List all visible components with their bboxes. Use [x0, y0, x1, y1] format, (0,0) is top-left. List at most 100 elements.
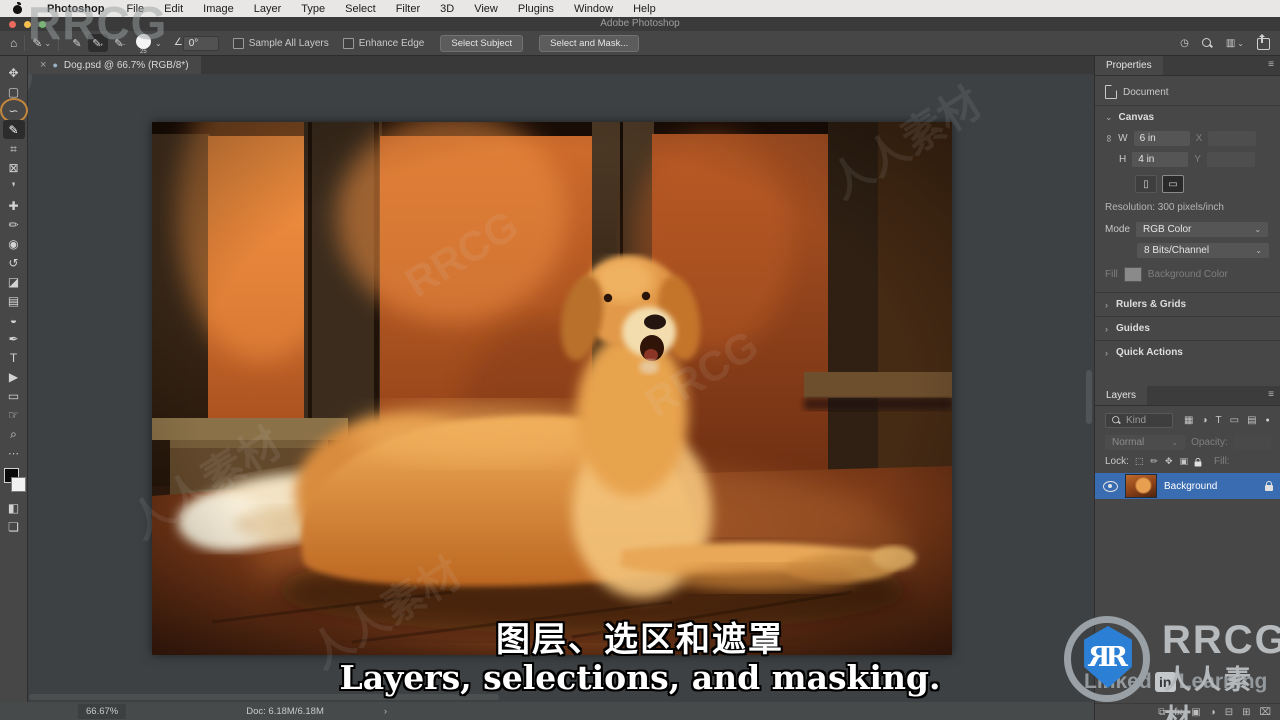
hand-tool[interactable]: ☞: [3, 405, 25, 424]
layers-panel-menu-icon[interactable]: ≡: [1268, 389, 1274, 400]
type-tool[interactable]: T: [3, 348, 25, 367]
collapsed-section[interactable]: › Quick Actions: [1095, 340, 1280, 364]
menu-item[interactable]: File: [116, 3, 154, 15]
tab-properties[interactable]: Properties: [1095, 56, 1163, 75]
menu-item[interactable]: Edit: [154, 3, 193, 15]
search-icon[interactable]: [1201, 38, 1213, 49]
crop-tool[interactable]: ⌗: [3, 139, 25, 158]
filter-adjustment-icon[interactable]: ◑: [1198, 415, 1210, 426]
foreground-background-colors[interactable]: [2, 468, 26, 494]
sync-icon[interactable]: ◷: [1180, 38, 1189, 49]
document-tab-bar: × ● Dog.psd @ 66.7% (RGB/8*): [28, 56, 1094, 74]
filter-pixel-icon[interactable]: ▦: [1181, 415, 1196, 426]
gradient-tool[interactable]: ▤: [3, 291, 25, 310]
color-mode-select[interactable]: RGB Color ⌄: [1136, 222, 1269, 237]
subtract-selection-mode[interactable]: ✎ ₋: [110, 34, 130, 52]
current-tool-icon[interactable]: ✎: [32, 37, 42, 49]
rectangle-tool[interactable]: ▭: [3, 386, 25, 405]
clone-stamp-tool[interactable]: ◉: [3, 234, 25, 253]
share-icon[interactable]: [1257, 33, 1270, 50]
menu-item[interactable]: Filter: [386, 3, 430, 15]
menu-item[interactable]: Type: [291, 3, 335, 15]
filter-shape-icon[interactable]: ▭: [1227, 415, 1242, 426]
layer-group-icon[interactable]: ⊟: [1225, 707, 1233, 718]
close-tab-icon[interactable]: ×: [40, 59, 46, 71]
document-tab[interactable]: × ● Dog.psd @ 66.7% (RGB/8*): [28, 56, 201, 74]
lock-artboard-icon[interactable]: ▣: [1178, 456, 1191, 467]
vertical-scrollbar[interactable]: [1086, 370, 1092, 424]
menu-item[interactable]: Layer: [244, 3, 292, 15]
select-subject-button[interactable]: Select Subject: [440, 34, 524, 52]
workspace-icon[interactable]: ▥ ⌄: [1226, 38, 1244, 49]
apple-menu-icon[interactable]: [12, 2, 23, 14]
sample-all-layers-checkbox[interactable]: Sample All Layers: [232, 37, 329, 49]
select-and-mask-button[interactable]: Select and Mask...: [539, 34, 640, 52]
layer-search-input[interactable]: Kind: [1105, 413, 1173, 428]
new-selection-mode[interactable]: ✎: [66, 34, 86, 52]
height-field[interactable]: 4 in: [1132, 152, 1189, 167]
add-selection-mode[interactable]: ✎ ₊: [88, 34, 109, 52]
menu-item[interactable]: Plugins: [508, 3, 564, 15]
brush-caret-icon[interactable]: ⌄: [155, 39, 162, 48]
zoom-level-field[interactable]: 66.67%: [78, 703, 127, 719]
menu-item[interactable]: Photoshop: [37, 3, 116, 15]
healing-brush-tool[interactable]: ✚: [3, 196, 25, 215]
path-selection-tool[interactable]: ▶: [3, 367, 25, 386]
canvas-area[interactable]: [29, 74, 1094, 702]
menu-item[interactable]: View: [464, 3, 508, 15]
menu-item[interactable]: Select: [335, 3, 386, 15]
layer-row-background[interactable]: Background: [1095, 473, 1280, 499]
enhance-edge-checkbox[interactable]: Enhance Edge: [342, 37, 424, 49]
canvas-section-header[interactable]: ⌄ Canvas: [1095, 112, 1280, 123]
menu-item[interactable]: Help: [623, 3, 666, 15]
menu-item[interactable]: Window: [564, 3, 623, 15]
lock-transparency-icon[interactable]: ⬚: [1133, 456, 1146, 467]
collapsed-section[interactable]: › Rulers & Grids: [1095, 292, 1280, 316]
bit-depth-select[interactable]: 8 Bits/Channel ⌄: [1137, 243, 1269, 258]
brush-tool[interactable]: ✏: [3, 215, 25, 234]
screen-mode-button[interactable]: ❏: [3, 517, 25, 536]
frame-tool[interactable]: ⊠: [3, 158, 25, 177]
quick-selection-tool[interactable]: ✎: [2, 120, 25, 139]
link-dimensions-icon[interactable]: ∞: [1103, 135, 1114, 142]
pen-tool[interactable]: ✒: [3, 329, 25, 348]
orientation-landscape-button[interactable]: ▭: [1162, 175, 1184, 193]
width-field[interactable]: 6 in: [1133, 131, 1190, 146]
tools-panel: ✥ ▢ ∽ ✎ ⌗ ⊠ ❜ ✚ ✏ ◉ ↺ ◪ ▤ ◒ ✒ T ▶ ▭ ☞ ⌕ …: [0, 56, 28, 702]
zoom-tool[interactable]: ⌕: [3, 424, 25, 443]
lock-pixels-icon[interactable]: ✏: [1148, 456, 1160, 467]
lasso-tool[interactable]: ∽: [0, 98, 28, 123]
panel-menu-icon[interactable]: ≡: [1268, 59, 1274, 70]
layer-name[interactable]: Background: [1164, 481, 1217, 492]
layer-visibility-icon[interactable]: [1103, 480, 1118, 492]
move-tool[interactable]: ✥: [3, 63, 25, 82]
lock-position-icon[interactable]: ✥: [1163, 456, 1175, 467]
tab-layers[interactable]: Layers: [1095, 386, 1148, 405]
collapsed-section[interactable]: › Guides: [1095, 316, 1280, 340]
menu-item[interactable]: 3D: [430, 3, 464, 15]
link-layers-icon[interactable]: ⧉: [1158, 707, 1165, 718]
new-layer-icon[interactable]: ⊞: [1242, 707, 1250, 718]
filter-smart-object-icon[interactable]: ▤: [1244, 415, 1259, 426]
history-brush-tool[interactable]: ↺: [3, 253, 25, 272]
status-options-chevron-icon[interactable]: ›: [384, 706, 387, 717]
brush-preview[interactable]: 25: [136, 33, 152, 55]
layer-effects-icon[interactable]: fx: [1174, 707, 1182, 718]
orientation-portrait-button[interactable]: ▯: [1135, 175, 1157, 193]
quick-mask-button[interactable]: ◧: [3, 498, 25, 517]
layer-thumbnail[interactable]: [1125, 474, 1157, 498]
adjustment-layer-icon[interactable]: ◑: [1210, 707, 1216, 718]
layer-mask-icon[interactable]: ▣: [1191, 707, 1200, 718]
angle-field[interactable]: 0°: [182, 35, 219, 51]
home-icon[interactable]: ⌂: [10, 37, 17, 49]
canvas-image[interactable]: [152, 122, 952, 655]
eyedropper-tool[interactable]: ❜: [3, 177, 25, 196]
edit-toolbar-icon[interactable]: ⋯: [8, 447, 19, 460]
menu-item[interactable]: Image: [193, 3, 244, 15]
filter-toggle-icon[interactable]: ●: [1266, 417, 1270, 424]
eraser-tool[interactable]: ◪: [3, 272, 25, 291]
dodge-tool[interactable]: ◒: [3, 310, 25, 329]
filter-type-icon[interactable]: T: [1213, 415, 1225, 426]
delete-layer-icon[interactable]: ⌧: [1259, 707, 1271, 718]
lock-all-icon[interactable]: [1194, 457, 1202, 467]
